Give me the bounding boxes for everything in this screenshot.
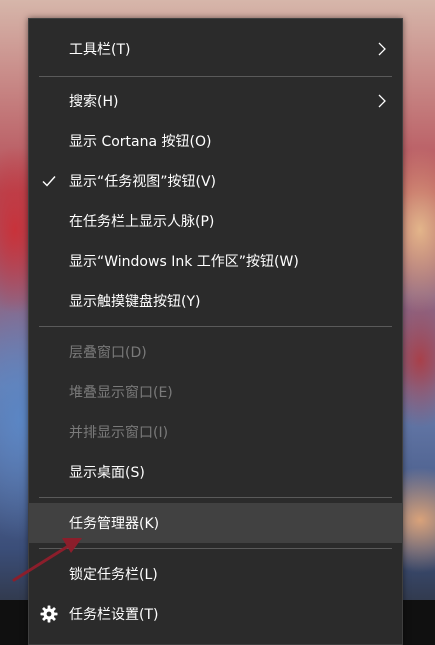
menu-item-label: 搜索(H) <box>69 94 119 110</box>
chevron-right-icon <box>378 94 386 108</box>
checkmark-icon <box>42 176 56 187</box>
menu-item-label: 锁定任务栏(L) <box>69 567 158 583</box>
menu-item-label: 层叠窗口(D) <box>69 345 147 361</box>
chevron-right-icon <box>378 42 386 56</box>
menu-item-lock-taskbar[interactable]: 锁定任务栏(L) <box>29 554 402 594</box>
menu-item-label: 在任务栏上显示人脉(P) <box>69 214 215 230</box>
gear-icon <box>40 605 58 623</box>
menu-item-side-by-side-windows: 并排显示窗口(I) <box>29 412 402 452</box>
menu-item-label: 显示“Windows Ink 工作区”按钮(W) <box>69 254 299 270</box>
menu-separator <box>39 76 392 77</box>
menu-item-show-task-view-button[interactable]: 显示“任务视图”按钮(V) <box>29 161 402 201</box>
menu-item-label: 并排显示窗口(I) <box>69 425 169 441</box>
taskbar-context-menu: 工具栏(T) 搜索(H) 显示 Cortana 按钮(O) 显示“任务视图”按钮… <box>28 18 403 645</box>
menu-item-toolbars[interactable]: 工具栏(T) <box>29 29 402 69</box>
menu-item-show-touch-keyboard-button[interactable]: 显示触摸键盘按钮(Y) <box>29 281 402 321</box>
menu-item-label: 任务管理器(K) <box>69 516 160 532</box>
menu-item-stack-windows: 堆叠显示窗口(E) <box>29 372 402 412</box>
menu-item-label: 堆叠显示窗口(E) <box>69 385 173 401</box>
menu-item-search[interactable]: 搜索(H) <box>29 81 402 121</box>
menu-separator <box>39 548 392 549</box>
menu-item-show-people[interactable]: 在任务栏上显示人脉(P) <box>29 201 402 241</box>
menu-item-label: 显示桌面(S) <box>69 465 145 481</box>
menu-item-cascade-windows: 层叠窗口(D) <box>29 332 402 372</box>
menu-item-label: 显示触摸键盘按钮(Y) <box>69 294 201 310</box>
menu-item-show-windows-ink-button[interactable]: 显示“Windows Ink 工作区”按钮(W) <box>29 241 402 281</box>
menu-item-label: 显示“任务视图”按钮(V) <box>69 174 217 190</box>
menu-item-label: 任务栏设置(T) <box>69 607 159 623</box>
menu-separator <box>39 497 392 498</box>
menu-item-taskbar-settings[interactable]: 任务栏设置(T) <box>29 594 402 634</box>
menu-item-label: 工具栏(T) <box>69 42 131 58</box>
menu-item-task-manager[interactable]: 任务管理器(K) <box>29 503 402 543</box>
menu-item-show-desktop[interactable]: 显示桌面(S) <box>29 452 402 492</box>
menu-separator <box>39 326 392 327</box>
menu-item-show-cortana-button[interactable]: 显示 Cortana 按钮(O) <box>29 121 402 161</box>
menu-item-label: 显示 Cortana 按钮(O) <box>69 134 212 150</box>
